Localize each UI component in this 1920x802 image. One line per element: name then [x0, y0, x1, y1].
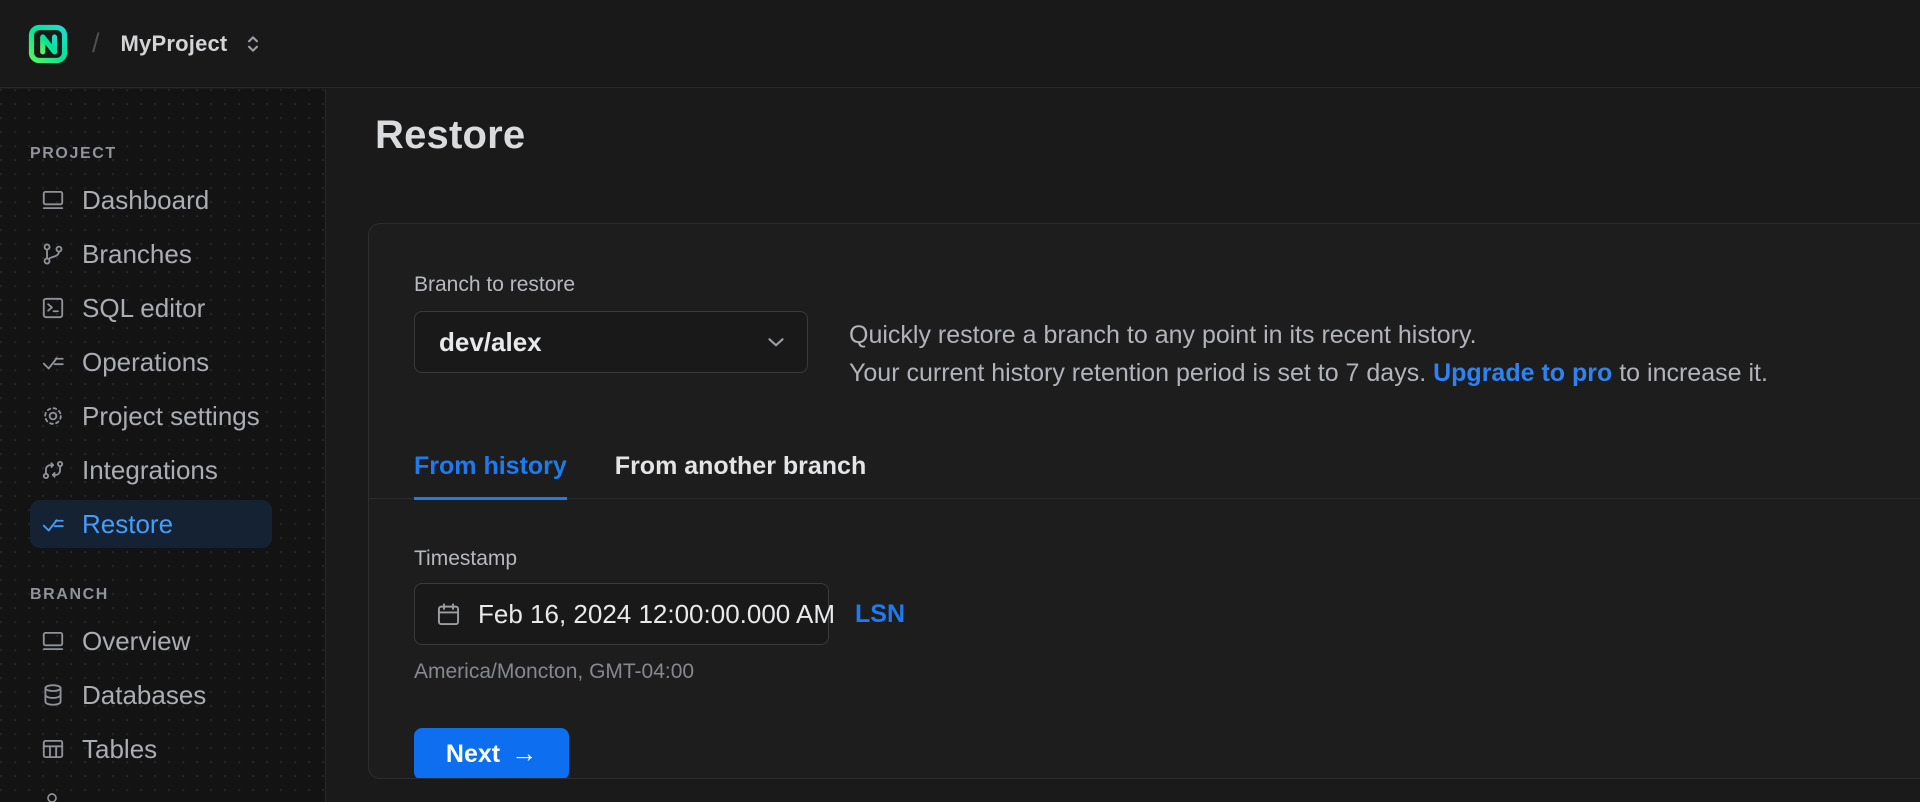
sidebar-item-databases[interactable]: Databases	[30, 668, 272, 722]
tab-from-history[interactable]: From history	[414, 452, 567, 500]
top-bar: / MyProject	[0, 0, 1920, 88]
project-switcher-icon[interactable]	[244, 31, 262, 57]
operations-icon	[40, 349, 66, 375]
user-icon	[40, 790, 325, 802]
next-button-label: Next	[445, 739, 501, 768]
tab-from-another-branch[interactable]: From another branch	[615, 452, 866, 500]
branches-icon	[40, 241, 66, 267]
sidebar-item-label: Project settings	[82, 400, 260, 431]
branch-select-label: Branch to restore	[414, 273, 576, 296]
description-line2-suffix: to increase it.	[1612, 359, 1768, 387]
sidebar-item-label: SQL editor	[82, 292, 206, 323]
restore-icon	[40, 511, 66, 537]
branch-select-row: dev/alex Quickly restore a branch to any…	[414, 311, 1920, 392]
sidebar-item-restore[interactable]: Restore	[30, 500, 272, 548]
sidebar: PROJECT Dashboard Branches SQL editor Op…	[0, 89, 326, 802]
description-line2-prefix: Your current history retention period is…	[849, 359, 1434, 387]
timestamp-value: Feb 16, 2024 12:00:00.000 AM	[478, 598, 836, 629]
branch-select[interactable]: dev/alex	[414, 311, 808, 373]
breadcrumb-slash: /	[92, 28, 100, 58]
sidebar-item-operations[interactable]: Operations	[30, 335, 272, 389]
sidebar-item-label: Tables	[82, 733, 158, 764]
restore-description: Quickly restore a branch to any point in…	[849, 311, 1768, 392]
sidebar-item-sql-editor[interactable]: SQL editor	[30, 281, 272, 335]
restore-card: Branch to restore dev/alex Quickly resto…	[368, 223, 1920, 779]
sidebar-item-project-settings[interactable]: Project settings	[30, 389, 272, 443]
sidebar-item-overview[interactable]: Overview	[30, 614, 272, 668]
main-content: Restore Branch to restore dev/alex Quick…	[326, 89, 1920, 802]
timestamp-row: Feb 16, 2024 12:00:00.000 AM LSN	[414, 583, 1920, 645]
databases-icon	[40, 682, 66, 708]
arrow-right-icon: →	[511, 737, 538, 768]
restore-tabs: From history From another branch	[369, 452, 1920, 500]
next-button[interactable]: Next →	[414, 728, 569, 778]
sidebar-item-label: Restore	[82, 508, 174, 539]
app-window: / MyProject PROJECT Dashboard Branches S…	[0, 0, 1920, 802]
sidebar-item-label: Overview	[82, 625, 191, 656]
sidebar-item-label: Branches	[82, 238, 192, 269]
sidebar-item-branches[interactable]: Branches	[30, 227, 272, 281]
page-title: Restore	[375, 113, 526, 157]
sidebar-item-label: Databases	[82, 679, 207, 710]
branch-select-value: dev/alex	[439, 326, 542, 357]
sidebar-item-dashboard[interactable]: Dashboard	[30, 173, 272, 227]
neon-logo-icon[interactable]	[28, 24, 68, 64]
timestamp-input[interactable]: Feb 16, 2024 12:00:00.000 AM	[414, 583, 835, 645]
integrations-icon	[40, 457, 66, 483]
sidebar-section-branch: BRANCH	[30, 586, 109, 603]
upgrade-to-pro-link[interactable]: Upgrade to pro	[1433, 359, 1612, 387]
dashboard-icon	[40, 187, 66, 213]
chevron-down-icon	[763, 329, 789, 355]
sidebar-item-integrations[interactable]: Integrations	[30, 443, 272, 497]
tables-icon	[40, 736, 66, 762]
sql-editor-icon	[40, 295, 66, 321]
sidebar-item-label: Integrations	[82, 454, 218, 485]
sidebar-section-project: PROJECT	[30, 145, 117, 162]
sidebar-item-label: Dashboard	[82, 184, 210, 215]
timestamp-label: Timestamp	[414, 547, 518, 570]
overview-icon	[40, 628, 66, 654]
settings-icon	[40, 403, 66, 429]
sidebar-item-label: Operations	[82, 346, 210, 377]
timezone-note: America/Moncton, GMT-04:00	[414, 660, 695, 683]
lsn-link[interactable]: LSN	[855, 600, 905, 629]
breadcrumb-project-name: MyProject	[120, 30, 228, 56]
calendar-icon	[435, 601, 462, 628]
sidebar-item-partial[interactable]	[40, 790, 325, 802]
sidebar-item-tables[interactable]: Tables	[30, 722, 272, 776]
description-line2: Your current history retention period is…	[849, 354, 1768, 392]
description-line1: Quickly restore a branch to any point in…	[849, 321, 1477, 349]
